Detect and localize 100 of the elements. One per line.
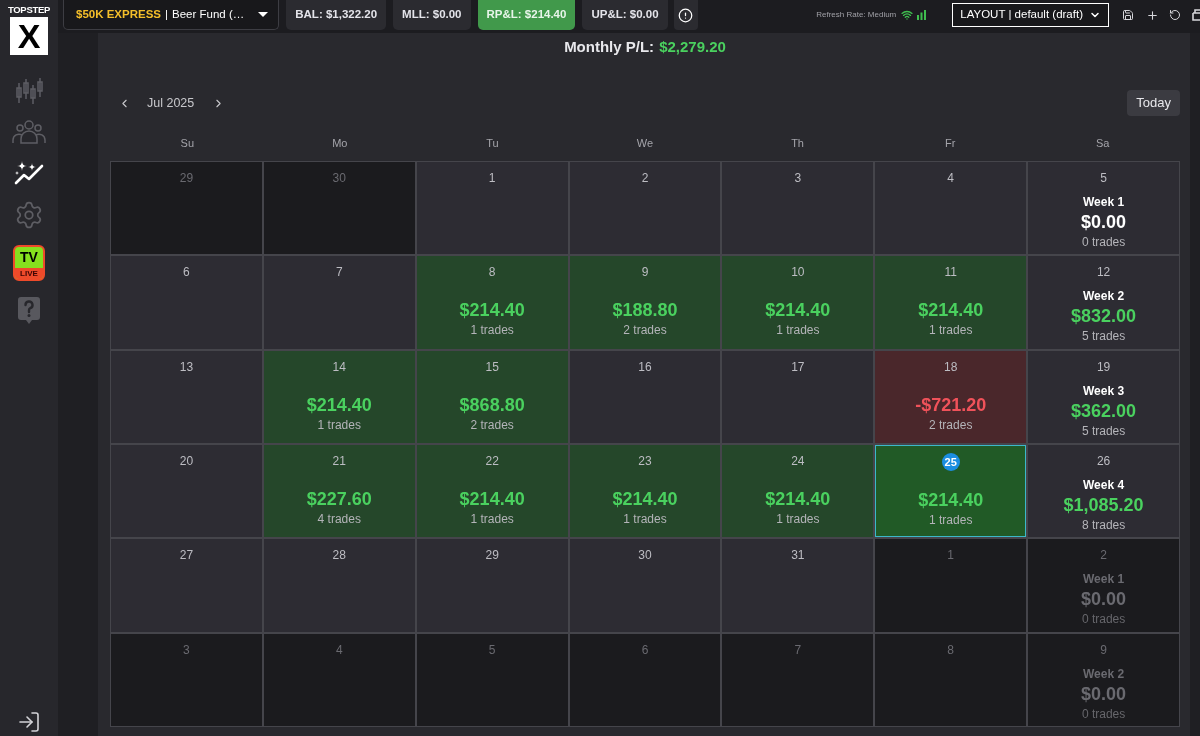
live-badge: LIVE xyxy=(15,268,43,279)
day-number: 9 xyxy=(641,264,649,281)
signal-bars-icon xyxy=(917,10,927,20)
account-dropdown[interactable]: $50K EXPRESS | Beer Fund (… xyxy=(63,0,280,30)
month-label: Jul 2025 xyxy=(147,94,195,112)
calendar-day-cell[interactable]: 1 xyxy=(416,162,568,255)
day-number: 18 xyxy=(944,358,958,375)
calendar-day-cell[interactable]: 14 $214.40 1 trades xyxy=(263,350,415,443)
day-number: 1 xyxy=(488,170,496,186)
caret-icon xyxy=(258,12,269,17)
calendar-day-cell[interactable]: 29 xyxy=(416,539,568,632)
calendar-day-cell[interactable]: 30 xyxy=(569,539,721,632)
trade-count: 1 trades xyxy=(929,512,973,528)
tv-live-button[interactable]: TV LIVE xyxy=(13,245,45,281)
calendar-day-cell[interactable]: 11 $214.40 1 trades xyxy=(875,256,1027,349)
day-number: 16 xyxy=(638,358,652,375)
weekday-header: Mo xyxy=(331,136,349,151)
calendar-day-cell[interactable]: 4 xyxy=(875,162,1027,255)
calendar-day-cell[interactable]: 2 xyxy=(569,162,721,255)
day-number: 2 xyxy=(641,170,649,186)
trade-count: 1 trades xyxy=(317,416,361,433)
day-number: 30 xyxy=(332,170,346,186)
calendar-day-cell[interactable]: 15 $868.80 2 trades xyxy=(416,350,568,443)
account-stat-chip: BAL: $1,322.20 xyxy=(286,0,387,30)
trade-count: 1 trades xyxy=(776,322,820,339)
refresh-rate-label: Refresh Rate: Medium xyxy=(816,9,897,21)
day-number: 27 xyxy=(179,547,194,564)
calendar-day-cell[interactable]: 23 $214.40 1 trades xyxy=(569,445,721,538)
calendar-day-cell[interactable]: 22 $214.40 1 trades xyxy=(416,445,568,538)
day-number: 5 xyxy=(488,641,496,658)
calendar-day-cell[interactable]: 13 xyxy=(111,350,262,443)
calendar-day-cell[interactable]: 8 $214.40 1 trades xyxy=(416,256,568,349)
weekday-header: Th xyxy=(790,136,805,151)
today-button[interactable]: Today xyxy=(1127,90,1180,116)
trade-count: 0 trades xyxy=(1081,611,1126,628)
calendar-day-cell[interactable]: 7 xyxy=(263,256,415,349)
day-number: 10 xyxy=(791,264,805,281)
week-summary-cell[interactable]: 19 Week 3 $362.00 5 trades xyxy=(1028,350,1179,443)
today-day-number: 25 xyxy=(941,453,960,471)
day-pnl: $214.40 xyxy=(459,488,525,510)
calendar-day-cell[interactable]: 3 xyxy=(722,162,874,255)
trade-count: 1 trades xyxy=(929,322,973,339)
trade-count: 8 trades xyxy=(1081,517,1126,533)
day-pnl: $214.40 xyxy=(612,488,678,510)
calendar-day-cell[interactable]: 20 xyxy=(111,445,262,538)
trade-count: 4 trades xyxy=(317,511,361,527)
calendar-day-cell[interactable]: 9 $188.80 2 trades xyxy=(569,256,721,349)
trade-count: 1 trades xyxy=(470,322,514,339)
day-number: 6 xyxy=(641,641,649,658)
day-number: 15 xyxy=(485,358,499,375)
day-number: 9 xyxy=(1100,641,1107,658)
calendar-day-cell[interactable]: 21 $227.60 4 trades xyxy=(263,445,415,538)
calendar-day-cell[interactable]: 16 xyxy=(569,350,721,443)
day-number: 23 xyxy=(638,453,652,469)
calendar-day-cell[interactable]: 27 xyxy=(111,539,262,632)
calendar-day-cell[interactable]: 17 xyxy=(722,350,874,443)
day-number: 21 xyxy=(332,453,346,469)
day-number: 14 xyxy=(332,358,346,375)
monthly-pl-label: Monthly P/L: xyxy=(564,37,655,57)
day-pnl: $214.40 xyxy=(306,393,372,416)
week-summary-cell[interactable]: 12 Week 2 $832.00 5 trades xyxy=(1028,256,1179,349)
logo-wordmark: TOPSTEP xyxy=(7,4,51,16)
day-number: 2 xyxy=(1100,547,1107,564)
day-number: 7 xyxy=(335,264,343,281)
calendar-day-cell[interactable]: 28 xyxy=(263,539,415,632)
day-pnl: $214.40 xyxy=(765,299,831,322)
week-pnl: $1,085.20 xyxy=(1063,494,1144,516)
week-pnl: $0.00 xyxy=(1081,211,1127,233)
day-pnl: $227.60 xyxy=(306,488,372,510)
week-summary-cell[interactable]: 5 Week 1 $0.00 0 trades xyxy=(1028,162,1179,255)
calendar-day-cell[interactable]: 10 $214.40 1 trades xyxy=(722,256,874,349)
week-summary-cell[interactable]: 26 Week 4 $1,085.20 8 trades xyxy=(1028,445,1179,538)
calendar-day-cell[interactable]: 6 xyxy=(111,256,262,349)
week-pnl: $832.00 xyxy=(1071,305,1137,328)
logout-icon[interactable] xyxy=(17,710,41,734)
undo-icon[interactable] xyxy=(1169,9,1181,21)
calendar-day-cell[interactable]: 24 $214.40 1 trades xyxy=(722,445,874,538)
trade-count: 0 trades xyxy=(1081,705,1126,722)
day-number: 13 xyxy=(179,358,194,375)
plus-icon[interactable] xyxy=(1146,8,1159,22)
monthly-pl-value: $2,279.20 xyxy=(659,37,726,57)
trade-count: 1 trades xyxy=(623,511,667,527)
trade-count: 1 trades xyxy=(776,511,820,527)
calendar-day-cell[interactable]: 25 $214.40 1 trades xyxy=(875,445,1027,538)
day-number: 8 xyxy=(947,641,955,658)
day-number: 31 xyxy=(791,547,805,564)
save-icon[interactable] xyxy=(1122,9,1134,21)
trade-count: 2 trades xyxy=(623,322,667,339)
calendar-day-cell[interactable]: 18 -$721.20 2 trades xyxy=(875,350,1027,443)
wifi-icon xyxy=(901,9,914,21)
trade-count: 0 trades xyxy=(1081,234,1126,250)
week-pnl: $0.00 xyxy=(1081,588,1127,611)
day-number: 4 xyxy=(947,170,955,186)
window-icon[interactable] xyxy=(1192,9,1200,21)
day-number: 12 xyxy=(1096,264,1111,281)
info-button[interactable] xyxy=(673,0,698,30)
layout-select[interactable]: LAYOUT | default (draft) xyxy=(952,3,1109,27)
day-number: 26 xyxy=(1096,453,1111,469)
calendar-day-cell[interactable]: 31 xyxy=(722,539,874,632)
weekday-header: Su xyxy=(179,136,195,151)
